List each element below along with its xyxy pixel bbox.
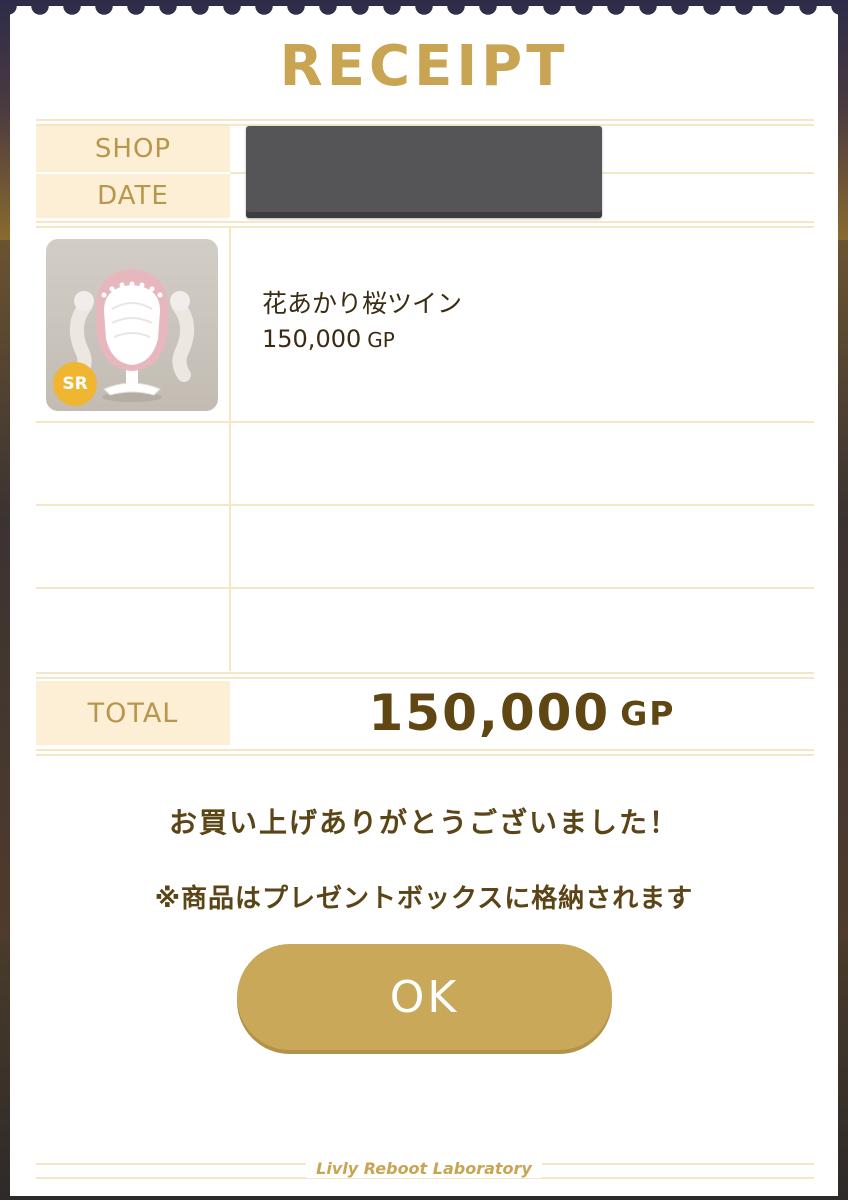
ok-button[interactable]: OK <box>237 944 612 1050</box>
footer-brand: Livly Reboot Laboratory <box>0 1159 848 1178</box>
items-top-divider <box>36 221 814 228</box>
total-top-divider <box>36 672 814 679</box>
total-bottom-divider <box>36 749 814 756</box>
item-price-value: 150,000 <box>262 325 362 353</box>
header-divider <box>36 119 814 126</box>
date-label: DATE <box>36 174 230 218</box>
item-row-divider-2 <box>36 504 814 506</box>
total-unit: GP <box>620 693 676 733</box>
item-price: 150,000 GP <box>262 325 395 353</box>
item-row-divider-1 <box>36 421 814 423</box>
item-name: 花あかり桜ツイン <box>262 289 463 318</box>
footer-brand-text: Livly Reboot Laboratory <box>306 1159 542 1178</box>
total-value: 150,000 <box>368 684 611 742</box>
shop-label: SHOP <box>36 126 230 172</box>
redacted-shop-date-block <box>246 126 602 218</box>
total-amount: 150,000 GP <box>230 681 814 745</box>
item-row-divider-3 <box>36 587 814 589</box>
thanks-message: お買い上げありがとうございました！ <box>168 806 679 839</box>
total-label: TOTAL <box>36 681 230 745</box>
present-box-note: ※商品はプレゼントボックスに格納されます <box>154 884 694 914</box>
item-price-unit: GP <box>367 328 395 352</box>
receipt-title: RECEIPT <box>279 34 569 99</box>
rarity-badge: SR <box>53 362 97 406</box>
items-column-divider <box>229 228 231 671</box>
